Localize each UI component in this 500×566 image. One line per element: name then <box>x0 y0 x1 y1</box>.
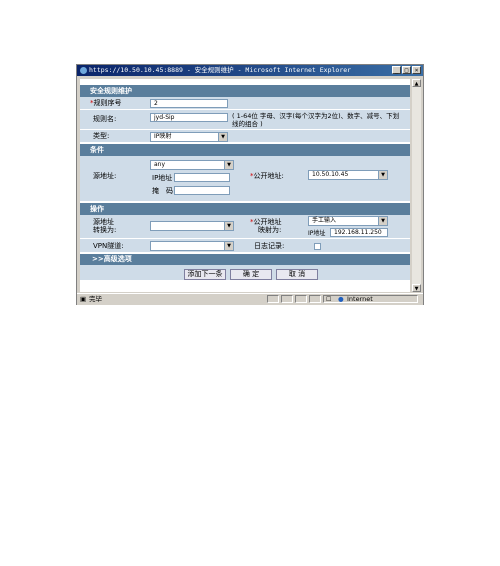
cancel-button[interactable]: 取 消 <box>276 269 318 280</box>
source-ip-label: IP地址 <box>152 174 173 182</box>
advanced-options-link[interactable]: >>高级选项 <box>80 254 410 265</box>
public-map-label-2: 映射为: <box>258 226 282 234</box>
chevron-down-icon: ▼ <box>224 242 233 250</box>
source-ip-input[interactable] <box>174 173 230 182</box>
vpn-select[interactable]: ▼ <box>150 241 234 251</box>
map-ip-label: IP地址 <box>308 230 326 237</box>
conditions-header: 条件 <box>80 144 410 156</box>
maximize-button[interactable]: □ <box>402 66 411 74</box>
source-mask-label: 掩 码 <box>152 187 173 195</box>
type-select[interactable]: IP映射 ▼ <box>150 132 228 142</box>
public-addr-select[interactable]: 10.50.10.45 ▼ <box>308 170 388 180</box>
lock-icon: ☐ <box>326 296 332 303</box>
source-mask-input[interactable] <box>174 186 230 195</box>
status-cell <box>281 295 293 303</box>
minimize-button[interactable]: _ <box>392 66 401 74</box>
status-cell <box>309 295 321 303</box>
page-content: 安全规则维护 *规则序号 2 规则名: jyd-Sip ( 1-64位 字母、汉… <box>80 79 410 292</box>
status-icon: ▣ <box>80 295 87 303</box>
type-label: 类型: <box>93 132 110 140</box>
status-bar: ▣ 完毕 ☐ ● Internet <box>77 293 423 305</box>
vertical-scrollbar[interactable]: ▲ ▼ <box>412 79 421 292</box>
source-label: 源地址: <box>93 172 117 180</box>
row-vpn-log <box>80 239 410 253</box>
map-ip-input[interactable]: 192.168.11.250 <box>330 228 388 237</box>
chevron-down-icon: ▼ <box>224 222 233 230</box>
log-label: 日志记录: <box>254 242 285 250</box>
chevron-down-icon: ▼ <box>224 161 233 169</box>
globe-icon: ● <box>338 295 344 303</box>
vpn-label: VPN隧道: <box>93 242 124 250</box>
status-cell <box>295 295 307 303</box>
src-convert-select[interactable]: ▼ <box>150 221 234 231</box>
ie-icon <box>80 67 87 74</box>
status-zone: ☐ ● Internet <box>323 295 418 303</box>
operations-header: 操作 <box>80 203 410 215</box>
rule-no-input[interactable]: 2 <box>150 99 228 108</box>
title-bar: https://10.50.10.45:8889 - 安全规则维护 - Micr… <box>77 65 423 76</box>
src-convert-label-2: 转换为: <box>93 226 117 234</box>
add-next-button[interactable]: 添加下一条 <box>184 269 226 280</box>
window-title: https://10.50.10.45:8889 - 安全规则维护 - Micr… <box>89 66 352 74</box>
chevron-down-icon: ▼ <box>378 171 387 179</box>
zone-label: Internet <box>347 295 373 303</box>
rule-name-input[interactable]: jyd-Sip <box>150 113 228 122</box>
rule-no-label: *规则序号 <box>90 99 122 107</box>
section-title: 安全规则维护 <box>80 85 410 97</box>
log-checkbox[interactable] <box>314 243 321 250</box>
row-type <box>80 130 410 143</box>
chevron-down-icon: ▼ <box>218 133 227 141</box>
status-text: 完毕 <box>89 295 102 303</box>
rule-name-label: 规则名: <box>93 115 117 123</box>
browser-window: https://10.50.10.45:8889 - 安全规则维护 - Micr… <box>76 64 424 305</box>
status-cell <box>267 295 279 303</box>
rule-name-hint: ( 1-64位 字母、汉字(每个汉字为2位)、数字、减号、下划线的组合 ) <box>232 112 400 128</box>
ok-button[interactable]: 确 定 <box>230 269 272 280</box>
chevron-down-icon: ▼ <box>378 217 387 225</box>
source-select[interactable]: any ▼ <box>150 160 234 170</box>
scroll-up-icon[interactable]: ▲ <box>412 79 421 87</box>
public-addr-label: *公开地址: <box>250 172 284 180</box>
map-mode-select[interactable]: 手工输入 ▼ <box>308 216 388 226</box>
scroll-down-icon[interactable]: ▼ <box>412 284 421 292</box>
row-rule-no <box>80 97 410 110</box>
close-button[interactable]: × <box>412 66 421 74</box>
